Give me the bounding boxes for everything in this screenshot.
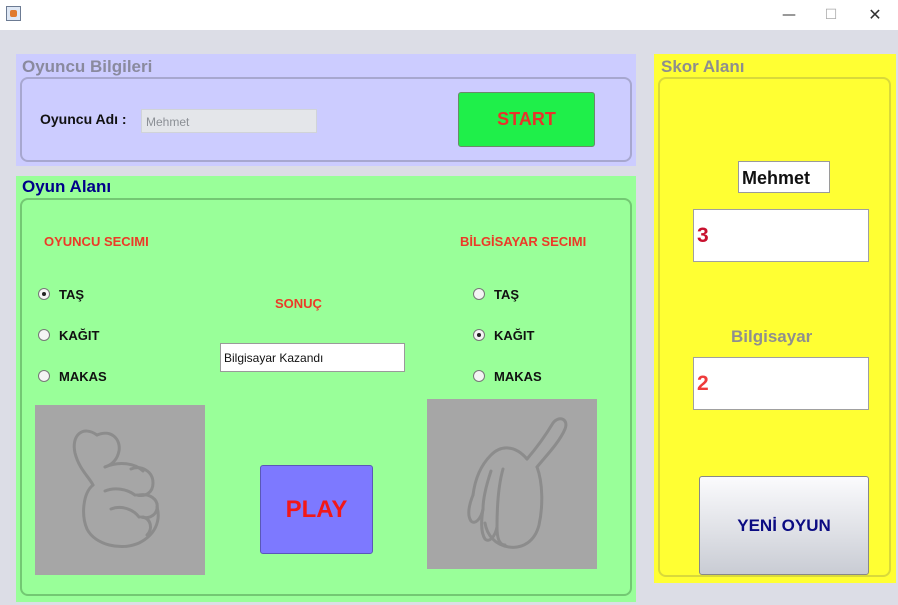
player-name-label: Oyuncu Adı : [40, 111, 127, 127]
computer-choice-image [427, 399, 597, 569]
java-app-icon [6, 6, 21, 21]
score-panel: Skor Alanı Mehmet 3 Bilgisayar 2 YENİ OY… [654, 54, 896, 583]
open-hand-icon [467, 417, 568, 549]
play-button[interactable]: PLAY [260, 465, 373, 554]
new-game-button[interactable]: YENİ OYUN [699, 476, 869, 575]
score-player-name[interactable]: Mehmet [738, 161, 830, 193]
player-info-border: Oyuncu Adı : Mehmet START [20, 77, 632, 162]
fist-icon [72, 429, 160, 548]
computer-choice-label: BİLGİSAYAR SECIMI [460, 234, 587, 249]
game-panel: Oyun Alanı OYUNCU SECIMI BİLGİSAYAR SECI… [16, 176, 636, 602]
score-panel-title: Skor Alanı [661, 57, 745, 76]
player-score-field[interactable]: 3 [693, 209, 869, 262]
game-panel-border: OYUNCU SECIMI BİLGİSAYAR SECIMI TAŞ KAĞI… [20, 198, 632, 596]
player-info-panel: Oyuncu Bilgileri Oyuncu Adı : Mehmet STA… [16, 54, 636, 166]
player-info-title: Oyuncu Bilgileri [22, 57, 153, 76]
title-bar: — ☐ ✕ [0, 0, 898, 30]
radio-label: MAKAS [59, 369, 107, 384]
radio-label: TAŞ [494, 287, 520, 302]
radio-indicator[interactable] [473, 370, 485, 382]
player-name-input[interactable]: Mehmet [141, 109, 317, 133]
radio-label: MAKAS [494, 369, 542, 384]
computer-score-field[interactable]: 2 [693, 357, 869, 410]
maximize-button[interactable]: ☐ [808, 0, 854, 30]
computer-label: Bilgisayar [731, 327, 813, 346]
result-field[interactable]: Bilgisayar Kazandı [220, 343, 405, 372]
game-panel-title: Oyun Alanı [22, 177, 112, 196]
score-panel-border: Mehmet 3 Bilgisayar 2 YENİ OYUN [658, 77, 891, 577]
radio-label: TAŞ [59, 287, 85, 302]
radio-label: KAĞIT [59, 328, 100, 343]
radio-indicator[interactable] [473, 288, 485, 300]
radio-indicator[interactable] [38, 370, 50, 382]
close-button[interactable]: ✕ [852, 0, 898, 30]
player-choice-image [35, 405, 205, 575]
radio-indicator[interactable] [38, 329, 50, 341]
minimize-button[interactable]: — [766, 0, 812, 30]
player-choice-label: OYUNCU SECIMI [44, 234, 149, 249]
radio-indicator[interactable] [473, 329, 485, 341]
start-button[interactable]: START [458, 92, 595, 147]
radio-indicator[interactable] [38, 288, 50, 300]
result-label: SONUÇ [275, 296, 322, 311]
radio-label: KAĞIT [494, 328, 535, 343]
